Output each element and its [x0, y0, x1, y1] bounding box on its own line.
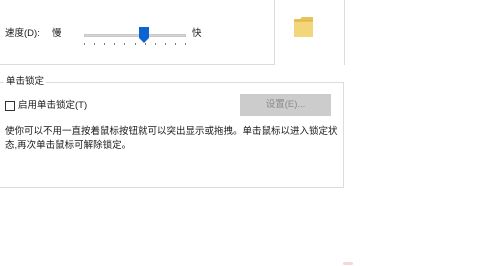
click-lock-group-title: 单击锁定: [4, 76, 47, 88]
speed-slider[interactable]: [84, 24, 186, 48]
click-lock-checkbox[interactable]: 启用单击锁定(T): [5, 99, 87, 112]
slider-tick: [175, 43, 176, 45]
slider-tick: [114, 43, 115, 45]
slider-tick: [84, 43, 85, 45]
folder-icon[interactable]: [292, 14, 316, 40]
click-lock-checkbox-label[interactable]: 启用单击锁定(T): [18, 99, 87, 112]
fast-label: 快: [192, 28, 202, 39]
slider-tick: [165, 43, 166, 45]
slow-label: 慢: [52, 28, 62, 39]
settings-button[interactable]: 设置(E)...: [240, 94, 331, 116]
slider-tick: [185, 43, 186, 45]
slider-tick: [135, 43, 136, 45]
speed-label: 速度(D):: [5, 28, 40, 39]
slider-tick: [124, 43, 125, 45]
folder-icon-graphic: [294, 17, 313, 37]
slider-tick: [104, 43, 105, 45]
slider-thumb[interactable]: [139, 27, 149, 43]
corner-mark: [343, 262, 353, 265]
checkbox-icon[interactable]: [5, 100, 15, 111]
click-lock-description: 使你可以不用一直按着鼠标按钮就可以突出显示或拖拽。单击鼠标以进入锁定状态,再次单…: [5, 126, 338, 151]
slider-tick: [155, 43, 156, 45]
slider-track[interactable]: [84, 34, 186, 37]
slider-tick: [145, 43, 146, 45]
slider-tick: [94, 43, 95, 45]
slider-ticks: [84, 43, 186, 47]
